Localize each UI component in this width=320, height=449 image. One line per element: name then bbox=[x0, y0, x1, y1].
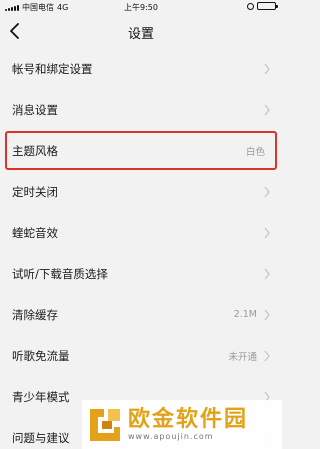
settings-item-label: 听歌免流量 bbox=[12, 348, 70, 363]
settings-item-label: 帐号和绑定设置 bbox=[12, 61, 93, 76]
settings-item-sleep-timer[interactable]: 定时关闭 bbox=[0, 171, 282, 212]
navigation-bar: 设置 bbox=[0, 14, 282, 48]
watermark-url: www.apoujin.com bbox=[128, 431, 214, 441]
watermark-name: 欧金软件园 bbox=[128, 406, 249, 432]
chevron-right-icon bbox=[264, 63, 270, 74]
chevron-right-icon bbox=[264, 104, 270, 115]
status-time: 上午9:50 bbox=[124, 3, 158, 12]
page-title: 设置 bbox=[127, 27, 154, 42]
watermark-text: 欧金软件园 www.apoujin.com bbox=[128, 406, 249, 442]
settings-item-account-binding[interactable]: 帐号和绑定设置 bbox=[0, 48, 282, 89]
chevron-right-icon bbox=[264, 227, 270, 238]
settings-item-value: 2.1M bbox=[233, 309, 257, 320]
settings-item-value: 白色 bbox=[245, 146, 265, 158]
battery-icon bbox=[257, 2, 278, 10]
settings-item-message[interactable]: 消息设置 bbox=[0, 89, 282, 130]
chevron-right-icon bbox=[264, 350, 270, 361]
chevron-right-icon bbox=[264, 186, 270, 197]
settings-item-label: 试听/下载音质选择 bbox=[12, 266, 108, 281]
settings-item-clear-cache[interactable]: 清除缓存 2.1M bbox=[0, 294, 282, 335]
settings-item-label: 定时关闭 bbox=[12, 184, 58, 199]
chevron-right-icon bbox=[264, 268, 270, 279]
settings-item-label: 主题风格 bbox=[12, 143, 58, 158]
settings-item-theme[interactable]: 主题风格 白色 bbox=[4, 130, 278, 171]
settings-item-sound-effect[interactable]: 蝰蛇音效 bbox=[0, 212, 282, 253]
status-bar: 中国电信 4G 上午9:50 bbox=[0, 0, 282, 14]
status-right bbox=[247, 2, 278, 10]
settings-item-audio-quality[interactable]: 试听/下载音质选择 bbox=[0, 253, 282, 294]
watermark-logo-icon bbox=[90, 408, 120, 441]
watermark: 欧金软件园 www.apoujin.com bbox=[82, 400, 282, 449]
alarm-icon bbox=[247, 2, 254, 10]
settings-item-label: 消息设置 bbox=[12, 102, 58, 117]
settings-item-label: 蝰蛇音效 bbox=[12, 225, 58, 240]
settings-list: 帐号和绑定设置 消息设置 主题风格 白色 定时关闭 蝰蛇音效 试听/下载音质选择… bbox=[0, 48, 282, 449]
settings-item-label: 清除缓存 bbox=[12, 307, 58, 322]
chevron-right-icon bbox=[264, 309, 270, 320]
settings-item-value: 未开通 bbox=[228, 351, 257, 363]
settings-item-free-data[interactable]: 听歌免流量 未开通 bbox=[0, 335, 282, 376]
